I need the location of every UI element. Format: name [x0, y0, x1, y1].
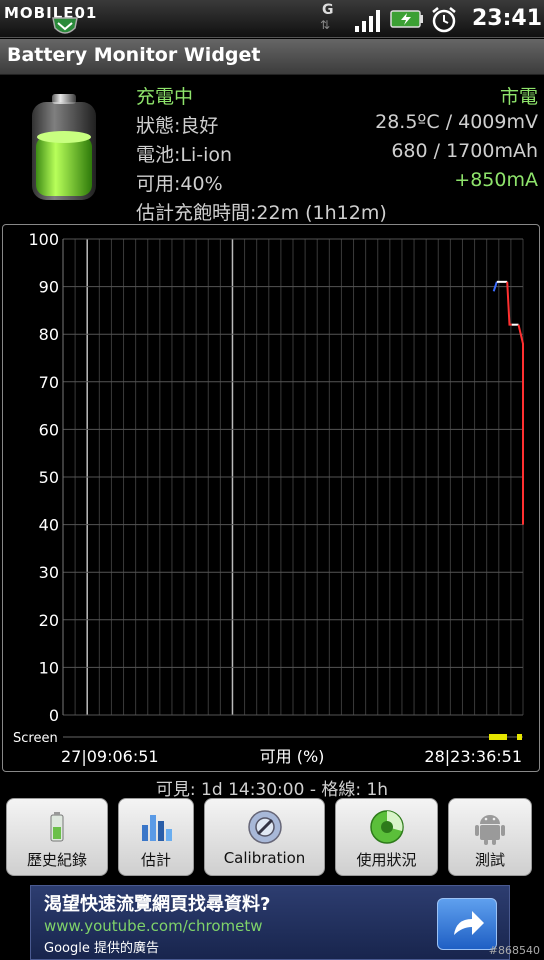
estimate-button[interactable]: 估計 — [118, 798, 194, 876]
y-tick-label: 0 — [49, 706, 59, 725]
shield-icon — [52, 17, 78, 34]
ad-banner[interactable]: 渴望快速流覽網頁找尋資料? www.youtube.com/chrometw G… — [30, 885, 510, 960]
charging-status: 充電中 — [136, 86, 194, 108]
calibration-label: Calibration — [223, 849, 306, 867]
history-button[interactable]: 歷史紀錄 — [6, 798, 108, 876]
battery-charging-icon — [390, 10, 423, 28]
charge-current: +850mA — [454, 169, 538, 191]
alarm-icon — [432, 7, 456, 33]
charge-estimate: 估計充飽時間:22m (1h12m) — [136, 202, 387, 224]
screen-on-segment — [517, 734, 522, 740]
battery-chart-svg: 0 10 20 30 40 50 60 70 80 90 100 Screen27|09:06:51 2… — [13, 230, 524, 766]
calibration-icon — [247, 810, 282, 844]
ad-title: 渴望快速流覽網頁找尋資料? — [44, 894, 271, 915]
app-title: Battery Monitor Widget — [7, 44, 261, 66]
y-tick-label: 40 — [39, 516, 59, 535]
y-tick-label: 20 — [39, 611, 59, 630]
history-label: 歷史紀錄 — [26, 851, 87, 869]
app-title-bar: Battery Monitor Widget — [0, 39, 544, 75]
ad-attribution: Google 提供的廣告 — [44, 941, 159, 956]
x-start-label: 27|09:06:51 — [61, 747, 159, 766]
ad-url[interactable]: www.youtube.com/chrometw — [44, 917, 263, 935]
status-bar: MOBILE01 G ⇅ 23:41 — [0, 0, 544, 38]
network-type: G — [322, 2, 334, 18]
available-percent: 可用:40% — [136, 173, 223, 195]
y-tick-label: 60 — [39, 420, 59, 439]
battery-type: 電池:Li-ion — [136, 144, 233, 166]
calibration-button[interactable]: Calibration — [204, 798, 325, 876]
test-label: 測試 — [474, 851, 505, 869]
watermark: #868540 — [488, 944, 540, 957]
y-tick-label: 10 — [39, 658, 59, 677]
usage-button[interactable]: 使用狀況 — [335, 798, 438, 876]
y-tick-label: 70 — [39, 373, 59, 392]
battery-level-line — [517, 324, 524, 525]
temperature-voltage: 28.5ºC / 4009mV — [375, 111, 538, 133]
y-tick-label: 100 — [28, 230, 59, 249]
power-source: 市電 — [499, 86, 538, 108]
battery-chart[interactable]: 0 10 20 30 40 50 60 70 80 90 100 Screen 27|09:06:51 2… — [2, 224, 540, 772]
signal-icon — [355, 10, 380, 32]
android-icon — [475, 815, 505, 845]
x-axis-label: 可用 (%) — [260, 747, 325, 766]
battery-health: 狀態:良好 — [136, 115, 219, 137]
battery-level-icon — [32, 94, 96, 200]
y-tick-label: 90 — [39, 278, 59, 297]
screen-label: Screen — [13, 731, 58, 746]
battery-capacity: 680 / 1700mAh — [391, 140, 538, 162]
screen-on-segment — [489, 734, 507, 740]
estimate-label: 估計 — [140, 851, 171, 869]
y-tick-label: 30 — [39, 563, 59, 582]
clock: 23:41 — [472, 6, 543, 31]
bar-chart-icon — [142, 815, 172, 841]
usage-icon — [369, 810, 404, 844]
data-activity-icon: ⇅ — [320, 18, 331, 32]
x-end-label: 28|23:36:51 — [424, 747, 522, 766]
ad-go-button[interactable] — [437, 898, 497, 950]
visible-range: 可見: 1d 14:30:00 - 格線: 1h — [155, 780, 389, 800]
y-tick-label: 50 — [39, 468, 59, 487]
y-tick-label: 80 — [39, 325, 59, 344]
history-icon — [50, 812, 64, 842]
test-button[interactable]: 測試 — [448, 798, 532, 876]
usage-label: 使用狀況 — [356, 851, 417, 869]
